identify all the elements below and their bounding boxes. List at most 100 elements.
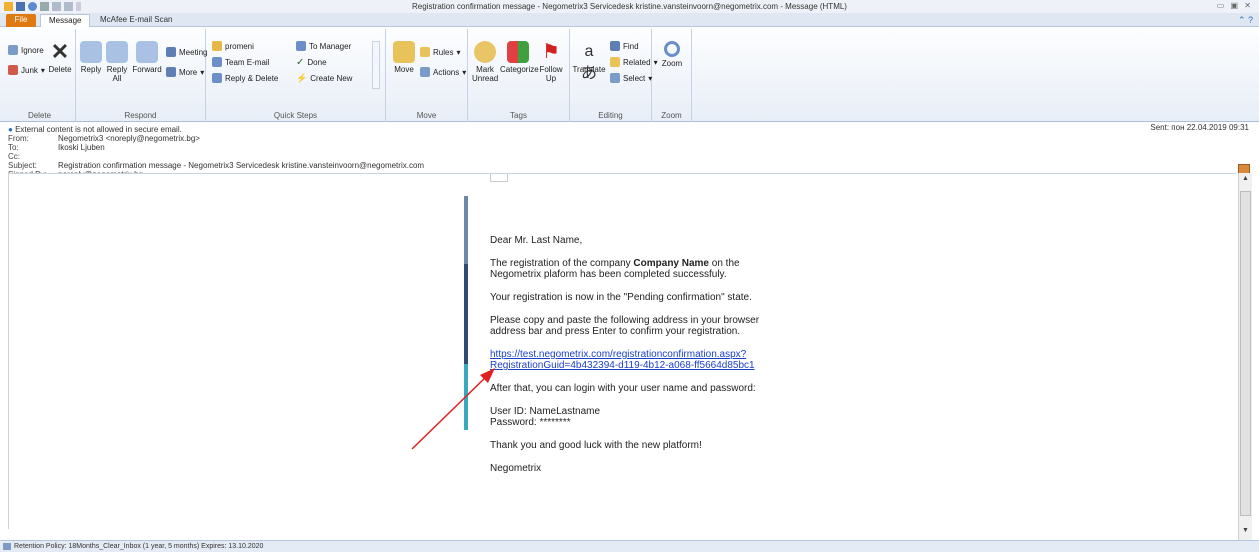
more-button[interactable]: More ▾ — [166, 67, 204, 77]
reply-button[interactable]: Reply — [80, 41, 102, 74]
email-content: Dear Mr. Last Name, The registration of … — [490, 235, 790, 486]
junk-icon — [8, 65, 18, 75]
find-button[interactable]: Find — [610, 41, 639, 51]
group-respond: Reply Reply All Forward Meeting More ▾ Re… — [76, 29, 207, 122]
subject-value: Registration confirmation message - Nego… — [58, 161, 425, 170]
delete-icon: ✕ — [50, 39, 70, 64]
group-move: Move Rules ▾ Actions ▾ Move — [386, 29, 468, 122]
group-quick-steps: promeni Team E-mail Reply & Delete To Ma… — [206, 29, 386, 122]
group-editing: aあ Translate Find Related ▾ Select ▾ Editi… — [570, 29, 658, 122]
group-label-respond: Respond — [124, 111, 157, 120]
actions-button[interactable]: Actions ▾ — [420, 67, 466, 77]
find-icon — [610, 41, 620, 51]
tab-message[interactable]: Message — [40, 14, 91, 27]
ignore-icon — [8, 45, 18, 55]
translate-icon: aあ — [580, 43, 597, 82]
mark-unread-button[interactable]: Mark Unread — [472, 41, 498, 83]
red-arrow-annotation — [411, 368, 495, 450]
group-label-quick-steps: Quick Steps — [273, 111, 318, 120]
scroll-down-icon[interactable]: ▼ — [1240, 527, 1251, 539]
quick-step-team-email[interactable]: Team E-mail — [212, 57, 269, 67]
tab-mcafee-email-scan[interactable]: McAfee E-mail Scan — [92, 14, 180, 27]
mark-unread-icon — [474, 41, 496, 63]
group-label-move: Move — [416, 111, 437, 120]
title-bar: Registration confirmation message - Nego… — [0, 0, 1259, 13]
group-delete: Ignore Junk ▾ ✕ Delete Delete — [4, 29, 76, 122]
to-row: To: Ikoski Ljuben — [8, 143, 105, 152]
quick-steps-scroll[interactable] — [372, 41, 380, 89]
team-email-icon — [212, 57, 222, 67]
info-icon: ● — [8, 125, 13, 134]
done-icon: ✓ — [296, 57, 305, 68]
tab-file[interactable]: File — [6, 14, 36, 27]
reply-delete-icon — [212, 73, 222, 83]
group-zoom: Zoom Zoom — [652, 29, 692, 122]
ignore-button[interactable]: Ignore — [8, 45, 44, 55]
ribbon: Ignore Junk ▾ ✕ Delete Delete Reply Reply… — [0, 27, 1259, 122]
scroll-up-icon[interactable]: ▲ — [1240, 175, 1251, 187]
thanks-paragraph: Thank you and good luck with the new pla… — [490, 440, 702, 451]
greeting: Dear Mr. Last Name, — [490, 235, 583, 246]
delete-button[interactable]: ✕ Delete — [46, 39, 74, 75]
signature: Negometrix — [490, 463, 542, 474]
follow-up-button[interactable]: ⚑ Follow Up — [538, 41, 564, 83]
retention-policy-icon — [3, 543, 11, 550]
quick-step-done[interactable]: ✓ Done — [296, 57, 327, 68]
reply-all-button[interactable]: Reply All — [106, 41, 128, 83]
to-value[interactable]: Ikoski Ljuben — [58, 143, 105, 152]
quick-step-icon — [212, 41, 222, 51]
more-icon — [166, 67, 176, 77]
after-paragraph: After that, you can login with your user… — [490, 383, 756, 394]
meeting-button[interactable]: Meeting — [166, 47, 207, 57]
meeting-icon — [166, 47, 176, 57]
from-value[interactable]: Negometrix3 <noreply@negometrix.bg> — [58, 134, 200, 143]
categorize-button[interactable]: Categorize — [500, 41, 539, 74]
group-label-zoom: Zoom — [661, 111, 682, 120]
group-label-editing: Editing — [598, 111, 623, 120]
external-content-notice[interactable]: ● External content is not allowed in sec… — [8, 125, 182, 134]
group-label-tags: Tags — [510, 111, 527, 120]
retention-policy-text: Retention Policy: 18Months_Clear_Inbox (… — [14, 543, 264, 550]
window-controls[interactable]: ▭ ▣ ✕ — [1217, 1, 1253, 10]
translate-button[interactable]: aあ Translate — [572, 41, 606, 82]
window-title: Registration confirmation message - Nego… — [412, 2, 847, 11]
pending-paragraph: Your registration is now in the "Pending… — [490, 292, 752, 303]
quick-step-promeni[interactable]: promeni — [212, 41, 254, 51]
zoom-button[interactable]: Zoom — [658, 41, 686, 68]
confirmation-link-paragraph: https://test.negometrix.com/registration… — [490, 349, 790, 371]
forward-button[interactable]: Forward — [132, 41, 162, 74]
from-row: From: Negometrix3 <noreply@negometrix.bg> — [8, 134, 200, 143]
status-bar: Retention Policy: 18Months_Clear_Inbox (… — [0, 540, 1259, 552]
rules-icon — [420, 47, 430, 57]
zoom-magnifier-icon — [664, 41, 680, 57]
decorative-bar — [464, 196, 468, 264]
rules-button[interactable]: Rules ▾ — [420, 47, 460, 57]
registration-paragraph: The registration of the company Company … — [490, 258, 740, 280]
select-button[interactable]: Select ▾ — [610, 73, 652, 83]
related-button[interactable]: Related ▾ — [610, 57, 658, 67]
move-button[interactable]: Move — [392, 41, 416, 74]
cc-row: Cc: — [8, 152, 20, 161]
scroll-thumb[interactable] — [1240, 191, 1251, 516]
quick-step-to-manager[interactable]: To Manager — [296, 41, 351, 51]
group-tags: Mark Unread Categorize ⚑ Follow Up Tags — [468, 29, 570, 122]
reply-icon — [80, 41, 102, 63]
instruction-paragraph: Please copy and paste the following addr… — [490, 315, 760, 337]
message-header: ● External content is not allowed in sec… — [0, 123, 1259, 179]
create-new-icon: ⚡ — [296, 73, 308, 83]
related-icon — [610, 57, 620, 67]
arrow-shaft — [411, 374, 489, 450]
company-name: Company Name — [633, 258, 709, 269]
credentials-paragraph: User ID: NameLastname Password: ******** — [490, 406, 601, 428]
vertical-scrollbar[interactable]: ▲ ▼ — [1238, 173, 1252, 541]
to-manager-icon — [296, 41, 306, 51]
group-label-delete: Delete — [27, 111, 52, 120]
quick-step-create-new[interactable]: ⚡ Create New — [296, 73, 352, 84]
select-icon — [610, 73, 620, 83]
junk-button[interactable]: Junk ▾ — [8, 65, 45, 75]
help-icon[interactable]: ⌃ ? — [1238, 15, 1253, 26]
forward-icon — [136, 41, 158, 63]
confirmation-link[interactable]: https://test.negometrix.com/registration… — [490, 349, 755, 371]
sent-date: Sent: пон 22.04.2019 09:31 — [1150, 123, 1249, 132]
quick-step-reply-delete[interactable]: Reply & Delete — [212, 73, 278, 83]
